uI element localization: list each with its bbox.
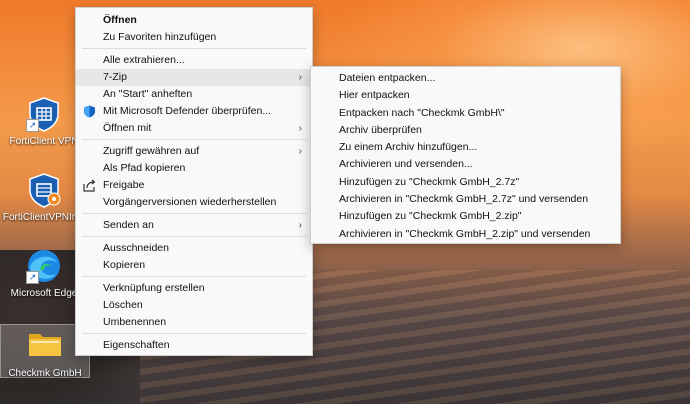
menu-item-label: Öffnen [103,14,137,26]
shortcut-arrow-icon: ↗ [26,271,39,284]
menu-item-open[interactable]: Öffnen [76,12,312,29]
menu-item-label: Zugriff gewähren auf [103,145,200,157]
menu-item-label: Als Pfad kopieren [103,162,186,174]
menu-item-label: Eigenschaften [103,339,170,351]
desktop-icon-label: Checkmk GmbH [8,368,82,379]
menu-item-label: Vorgängerversionen wiederherstellen [103,196,277,208]
menu-separator [82,48,306,49]
menu-item-rename[interactable]: Umbenennen [76,314,312,331]
menu-item-add-to-favorites[interactable]: Zu Favoriten hinzufügen [76,29,312,46]
menu-item-label: 7-Zip [103,71,127,83]
menu-item-label: Mit Microsoft Defender überprüfen... [103,105,272,117]
forticlient-installer-icon [26,172,62,208]
menu-separator [82,236,306,237]
context-menu: Öffnen Zu Favoriten hinzufügen Alle extr… [75,7,313,356]
menu-item-share[interactable]: Freigabe [76,177,312,194]
menu-item-label: Umbenennen [103,316,167,328]
menu-item-label: Ausschneiden [103,242,169,254]
menu-item-extract-all[interactable]: Alle extrahieren... [76,52,312,69]
menu-item-label: Löschen [103,299,143,311]
menu-item-send-to[interactable]: Senden an › [76,217,312,234]
submenu-item-compress-and-email[interactable]: Archivieren und versenden... [311,156,620,173]
menu-item-delete[interactable]: Löschen [76,297,312,314]
chevron-right-icon: › [298,146,302,157]
menu-separator [82,213,306,214]
defender-shield-icon [83,105,96,118]
menu-item-give-access[interactable]: Zugriff gewähren auf › [76,143,312,160]
menu-item-7zip[interactable]: 7-Zip › [76,69,312,86]
menu-item-cut[interactable]: Ausschneiden [76,240,312,257]
chevron-right-icon: › [298,72,302,83]
7zip-submenu: Dateien entpacken... Hier entpacken Entp… [310,66,621,244]
submenu-item-add-to-zip[interactable]: Hinzufügen zu "Checkmk GmbH_2.zip" [311,208,620,225]
menu-item-create-shortcut[interactable]: Verknüpfung erstellen [76,280,312,297]
submenu-item-compress-zip-and-email[interactable]: Archivieren in "Checkmk GmbH_2.zip" und … [311,226,620,243]
menu-item-label: Verknüpfung erstellen [103,282,205,294]
submenu-item-test-archive[interactable]: Archiv überprüfen [311,122,620,139]
menu-item-pin-to-start[interactable]: An "Start" anheften [76,86,312,103]
menu-item-label: Kopieren [103,259,146,271]
menu-separator [82,276,306,277]
menu-item-label: Öffnen mit [103,122,152,134]
menu-item-defender-scan[interactable]: Mit Microsoft Defender überprüfen... [76,103,312,120]
menu-item-label: An "Start" anheften [103,88,193,100]
menu-item-restore-previous-versions[interactable]: Vorgängerversionen wiederherstellen [76,194,312,211]
menu-item-label: Senden an [103,219,154,231]
menu-item-label: Alle extrahieren... [103,54,185,66]
submenu-item-extract-files[interactable]: Dateien entpacken... [311,70,620,87]
menu-item-open-with[interactable]: Öffnen mit › [76,120,312,137]
menu-item-properties[interactable]: Eigenschaften [76,337,312,354]
forticlient-shield-icon: ↗ [26,96,62,132]
share-icon [83,179,96,192]
submenu-item-extract-here[interactable]: Hier entpacken [311,87,620,104]
submenu-item-add-to-archive[interactable]: Zu einem Archiv hinzufügen... [311,139,620,156]
menu-separator [82,333,306,334]
chevron-right-icon: › [298,123,302,134]
folder-icon [27,328,63,364]
menu-item-copy-as-path[interactable]: Als Pfad kopieren [76,160,312,177]
menu-item-label: Zu Favoriten hinzufügen [103,31,217,43]
edge-icon: ↗ [26,248,62,284]
menu-item-copy[interactable]: Kopieren [76,257,312,274]
chevron-right-icon: › [298,220,302,231]
submenu-item-extract-to-folder[interactable]: Entpacken nach "Checkmk GmbH\" [311,105,620,122]
menu-separator [82,139,306,140]
submenu-item-compress-7z-and-email[interactable]: Archivieren in "Checkmk GmbH_2.7z" und v… [311,191,620,208]
menu-item-label: Freigabe [103,179,145,191]
submenu-item-add-to-7z[interactable]: Hinzufügen zu "Checkmk GmbH_2.7z" [311,174,620,191]
shortcut-arrow-icon: ↗ [26,119,39,132]
